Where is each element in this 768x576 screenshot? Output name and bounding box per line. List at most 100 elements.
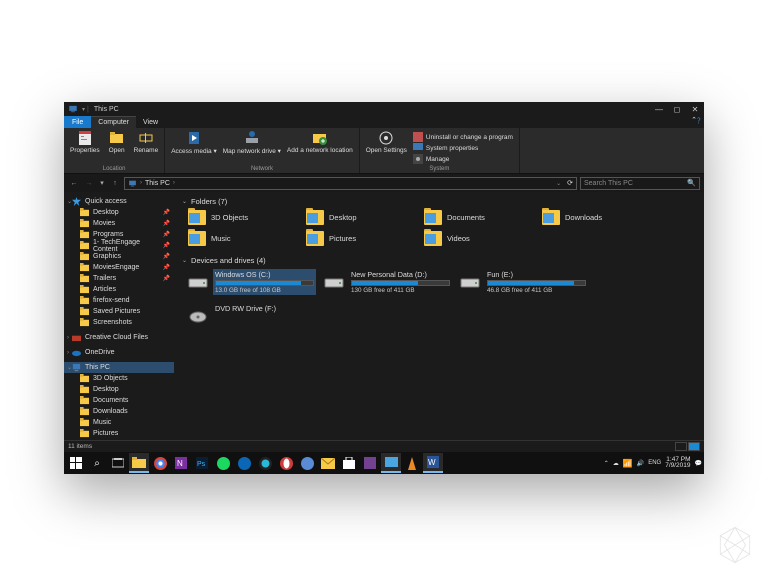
taskbar-app2[interactable] [297,453,317,473]
taskbar-vlc[interactable] [402,453,422,473]
nav-item[interactable]: Pictures [64,428,174,439]
uninstall-button[interactable]: Uninstall or change a program [411,132,515,142]
nav-item[interactable]: Desktop📌 [64,207,174,218]
action-center-icon[interactable]: 💬 [695,460,702,467]
volume-tray-icon[interactable]: 🔊 [637,460,644,467]
taskbar-explorer[interactable] [129,453,149,473]
status-bar: 11 items [64,440,704,452]
drive-item[interactable]: Fun (E:)46.8 GB free of 411 GB [460,269,588,295]
navigation-pane[interactable]: ⌄Quick access Desktop📌Movies📌Programs📌1-… [64,192,174,440]
nav-item[interactable]: Articles [64,284,174,295]
taskbar-spotify[interactable] [213,453,233,473]
content-pane[interactable]: ⌄Folders (7) 3D Objects Desktop Documents D… [174,192,704,440]
close-button[interactable]: ✕ [686,105,704,114]
open-button[interactable]: Open [104,130,130,166]
taskbar-word[interactable]: W [423,453,443,473]
nav-item[interactable]: Trailers📌 [64,273,174,284]
nav-onedrive[interactable]: ›OneDrive [64,347,174,358]
nav-item[interactable]: MoviesEngage📌 [64,262,174,273]
drive-item[interactable]: New Personal Data (D:)130 GB free of 411… [324,269,452,295]
nav-item[interactable]: firefox-send [64,295,174,306]
separator: | [87,106,89,113]
taskbar-app3[interactable] [360,453,380,473]
nav-item[interactable]: Graphics📌 [64,251,174,262]
folder-item[interactable]: Downloads [542,210,650,225]
taskbar-store[interactable] [339,453,359,473]
svg-text:W: W [428,458,436,467]
open-settings-button[interactable]: Open Settings [364,130,409,166]
history-dropdown[interactable]: ⌄ [556,180,561,187]
tab-computer[interactable]: Computer [91,116,136,128]
breadcrumb[interactable]: › This PC › ⌄ ⟳ [124,177,577,190]
maximize-button[interactable]: ◻ [668,105,686,114]
taskbar-opera[interactable] [276,453,296,473]
network-tray-icon[interactable]: 📶 [623,459,633,468]
taskbar-photoshop[interactable]: Ps [192,453,212,473]
nav-item[interactable]: Saved Pictures [64,306,174,317]
nav-item[interactable]: Documents [64,395,174,406]
search-button[interactable]: ⌕ [87,453,107,473]
nav-this-pc[interactable]: ⌄This PC [64,362,174,373]
taskbar-chrome[interactable] [150,453,170,473]
nav-item[interactable]: Screenshots [64,317,174,328]
item-count: 11 items [68,443,92,450]
nav-quick-access[interactable]: ⌄Quick access [64,196,174,207]
svg-text:Ps: Ps [197,461,206,468]
details-view-button[interactable] [675,442,687,451]
help-icon[interactable]: ？ [697,116,704,128]
up-button[interactable]: ↑ [109,177,121,189]
title-bar[interactable]: ▾ | This PC — ◻ ✕ [64,102,704,116]
tab-file[interactable]: File [64,116,91,128]
drives-group-header[interactable]: ⌄Devices and drives (4) [182,256,696,265]
rename-button[interactable]: Rename [132,130,161,166]
pc-icon [67,103,79,115]
nav-item[interactable]: Desktop [64,384,174,395]
folder-item[interactable]: 3D Objects [188,210,296,225]
access-media-button[interactable]: Access media ▾ [169,130,219,166]
forward-button[interactable]: → [83,177,95,189]
taskbar-mail[interactable] [318,453,338,473]
tray-overflow-icon[interactable]: ⌃ [604,460,609,467]
nav-item[interactable]: Music [64,417,174,428]
drive-item[interactable]: DVD RW Drive (F:) [188,303,316,323]
nav-item[interactable]: 1- TechEngage Content📌 [64,240,174,251]
ribbon-group-system: Open Settings Uninstall or change a prog… [360,128,520,173]
folders-group-header[interactable]: ⌄Folders (7) [182,197,696,206]
taskbar-onenote[interactable]: N [171,453,191,473]
add-network-location-button[interactable]: Add a network location [285,130,355,166]
minimize-button[interactable]: — [650,105,668,114]
folder-item[interactable]: Pictures [306,231,414,246]
clock[interactable]: 1:47 PM 7/9/2019 [665,457,690,470]
start-button[interactable] [66,453,86,473]
tab-view[interactable]: View [136,116,165,128]
folder-item[interactable]: Videos [424,231,532,246]
search-input[interactable]: Search This PC 🔍 [580,177,700,190]
back-button[interactable]: ← [68,177,80,189]
refresh-button[interactable]: ⟳ [567,179,573,187]
watermark-logo [714,524,756,566]
breadcrumb-item[interactable]: This PC [145,180,170,187]
language-tray[interactable]: ENG [648,460,661,466]
manage-button[interactable]: Manage [411,154,515,164]
map-drive-button[interactable]: Map network drive ▾ [221,130,283,166]
nav-item[interactable]: 3D Objects [64,373,174,384]
properties-button[interactable]: Properties [68,130,102,166]
folder-item[interactable]: Music [188,231,296,246]
taskbar-app1[interactable] [255,453,275,473]
taskbar-app4[interactable] [381,453,401,473]
qa-dropdown[interactable]: ▾ [82,106,85,113]
tiles-view-button[interactable] [688,442,700,451]
nav-creative-cloud[interactable]: ›Creative Cloud Files [64,332,174,343]
svg-text:N: N [177,459,183,468]
drive-item[interactable]: Windows OS (C:)13.0 GB free of 108 GB [188,269,316,295]
nav-item[interactable]: Downloads [64,406,174,417]
taskbar-edge[interactable] [234,453,254,473]
onedrive-tray-icon[interactable]: ☁ [613,460,619,467]
nav-item[interactable]: Movies📌 [64,218,174,229]
folder-item[interactable]: Desktop [306,210,414,225]
system-properties-button[interactable]: System properties [411,143,515,153]
taskview-button[interactable] [108,453,128,473]
folder-item[interactable]: Documents [424,210,532,225]
recent-dropdown[interactable]: ▾ [98,177,106,189]
system-tray[interactable]: ⌃ ☁ 📶 🔊 ENG 1:47 PM 7/9/2019 💬 [604,457,702,470]
